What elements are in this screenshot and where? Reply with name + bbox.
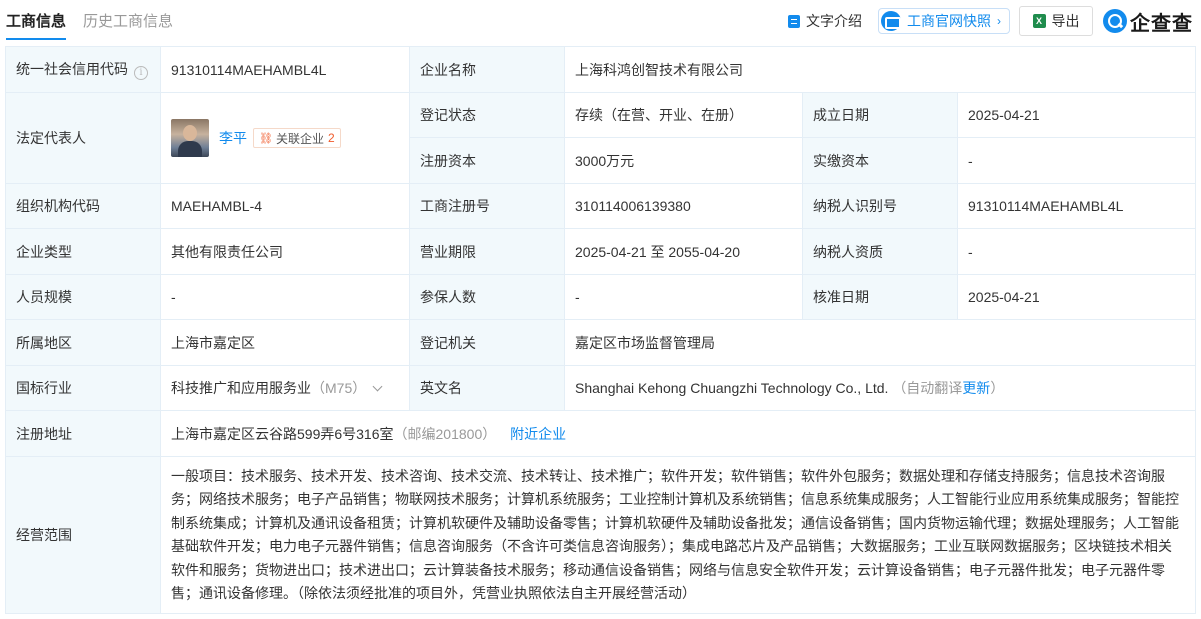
reg-authority-value: 嘉定区市场监督管理局 [564, 319, 1196, 366]
nearby-companies-link[interactable]: 附近企业 [510, 426, 566, 442]
taxpayer-qual-label: 纳税人资质 [802, 228, 958, 275]
address-postcode: （邮编201800） [393, 425, 497, 442]
address-label: 注册地址 [5, 410, 161, 457]
taxpayer-qual-value: - [957, 228, 1196, 275]
logo-text: 企查查 [1130, 12, 1193, 35]
related-companies-label: 关联企业 [275, 131, 324, 146]
reg-status-label: 登记状态 [409, 92, 565, 138]
scope-label: 经营范围 [5, 456, 161, 614]
top-bar: 工商信息 历史工商信息 文字介绍 工商官网快照 › X 导出 企查查 [0, 0, 1201, 42]
staff-size-label: 人员规模 [5, 274, 161, 320]
table-row: 组织机构代码 MAEHAMBL-4 工商注册号 310114006139380 … [5, 183, 1196, 229]
table-row: 企业类型 其他有限责任公司 营业期限 2025-04-21 至 2055-04-… [5, 228, 1196, 275]
update-translation-link[interactable]: 更新 [962, 380, 990, 396]
industry-label: 国标行业 [5, 365, 161, 411]
auto-translate-close: ） [990, 380, 1005, 396]
table-row: 所属地区 上海市嘉定区 登记机关 嘉定区市场监督管理局 [5, 319, 1196, 366]
reg-status-value: 存续（在营、开业、在册） [564, 92, 803, 138]
business-info-table: 统一社会信用代码 i 91310114MAEHAMBL4L 企业名称 上海科鸿创智… [5, 46, 1196, 614]
chevron-down-icon[interactable] [372, 381, 383, 392]
biz-term-label: 营业期限 [409, 228, 565, 275]
reg-no-value: 310114006139380 [564, 183, 803, 229]
taxpayer-id-label: 纳税人识别号 [802, 183, 958, 229]
qichacha-logo-icon [1103, 9, 1127, 33]
industry-cell[interactable]: 科技推广和应用服务业（M75） [160, 365, 410, 411]
staff-size-value: - [160, 274, 410, 320]
credit-code-label: 统一社会信用代码 i [5, 46, 161, 93]
established-value: 2025-04-21 [957, 92, 1196, 138]
org-code-label: 组织机构代码 [5, 183, 161, 229]
table-row: 注册地址 上海市嘉定区云谷路599弄6号316室（邮编201800） 附近企业 [5, 410, 1196, 457]
tab-history-business-info[interactable]: 历史工商信息 [83, 12, 173, 32]
english-name-value: Shanghai Kehong Chuangzhi Technology Co.… [575, 380, 889, 396]
company-name-value: 上海科鸿创智技术有限公司 [564, 46, 1196, 93]
excel-icon: X [1032, 14, 1046, 28]
official-snapshot-button[interactable]: 工商官网快照 › [878, 8, 1010, 34]
legal-rep-name[interactable]: 李平 [219, 128, 247, 148]
table-row: 国标行业 科技推广和应用服务业（M75） 英文名 Shanghai Kehong… [5, 365, 1196, 411]
reg-capital-label: 注册资本 [409, 137, 565, 184]
org-code-value: MAEHAMBL-4 [160, 183, 410, 229]
legal-rep-label: 法定代表人 [5, 92, 161, 184]
reg-capital-value: 3000万元 [564, 137, 803, 184]
address-value: 上海市嘉定区云谷路599弄6号316室 [171, 425, 394, 442]
document-icon [788, 14, 800, 28]
auto-translate-note: （自动翻译 [892, 380, 963, 396]
export-button[interactable]: X 导出 [1019, 6, 1093, 36]
chevron-right-icon: › [997, 14, 1001, 28]
text-intro-label: 文字介绍 [806, 13, 862, 29]
table-row: 经营范围 一般项目：技术服务、技术开发、技术咨询、技术交流、技术转让、技术推广；… [5, 456, 1196, 614]
company-type-label: 企业类型 [5, 228, 161, 275]
snapshot-icon [881, 11, 901, 31]
established-label: 成立日期 [802, 92, 958, 138]
insured-label: 参保人数 [409, 274, 565, 320]
legal-rep: 李平 ⛓ 关联企业 2 [171, 119, 399, 157]
related-companies-badge[interactable]: ⛓ 关联企业 2 [253, 128, 341, 148]
tab-business-info[interactable]: 工商信息 [6, 12, 67, 40]
english-name-label: 英文名 [409, 365, 565, 411]
industry-value: 科技推广和应用服务业 [171, 380, 311, 396]
biz-term-value: 2025-04-21 至 2055-04-20 [564, 228, 803, 275]
region-label: 所属地区 [5, 319, 161, 366]
avatar[interactable] [171, 119, 209, 157]
related-icon: ⛓ [259, 132, 273, 145]
taxpayer-id-value: 91310114MAEHAMBL4L [957, 183, 1196, 229]
table-row: 法定代表人 李平 ⛓ 关联企业 2 登记状态 存续（在营、开业、在册） 成立日期… [5, 92, 1196, 184]
approved-date-label: 核准日期 [802, 274, 958, 320]
industry-code: （M75） [311, 380, 367, 396]
company-type-value: 其他有限责任公司 [160, 228, 410, 275]
text-intro-button[interactable]: 文字介绍 [788, 8, 862, 34]
approved-date-value: 2025-04-21 [957, 274, 1196, 320]
address-cell: 上海市嘉定区云谷路599弄6号316室（邮编201800） 附近企业 [160, 410, 1196, 457]
reg-no-label: 工商注册号 [409, 183, 565, 229]
insured-value: - [564, 274, 803, 320]
table-row: 人员规模 - 参保人数 - 核准日期 2025-04-21 [5, 274, 1196, 320]
info-icon[interactable]: i [134, 66, 148, 80]
table-row: 统一社会信用代码 i 91310114MAEHAMBL4L 企业名称 上海科鸿创智… [5, 46, 1196, 93]
paid-capital-label: 实缴资本 [802, 137, 958, 184]
credit-code-value: 91310114MAEHAMBL4L [160, 46, 410, 93]
paid-capital-value: - [957, 137, 1196, 184]
export-label: 导出 [1051, 13, 1080, 29]
related-companies-count: 2 [327, 131, 335, 145]
english-name-cell: Shanghai Kehong Chuangzhi Technology Co.… [564, 365, 1196, 411]
official-snapshot-label: 工商官网快照 [907, 13, 991, 29]
legal-rep-cell: 李平 ⛓ 关联企业 2 [160, 92, 410, 184]
reg-authority-label: 登记机关 [409, 319, 565, 366]
company-name-label: 企业名称 [409, 46, 565, 93]
qichacha-logo: 企查查 [1103, 8, 1193, 35]
scope-value: 一般项目：技术服务、技术开发、技术咨询、技术交流、技术转让、技术推广；软件开发；… [160, 456, 1196, 614]
region-value: 上海市嘉定区 [160, 319, 410, 366]
credit-code-label-text: 统一社会信用代码 [16, 61, 128, 77]
